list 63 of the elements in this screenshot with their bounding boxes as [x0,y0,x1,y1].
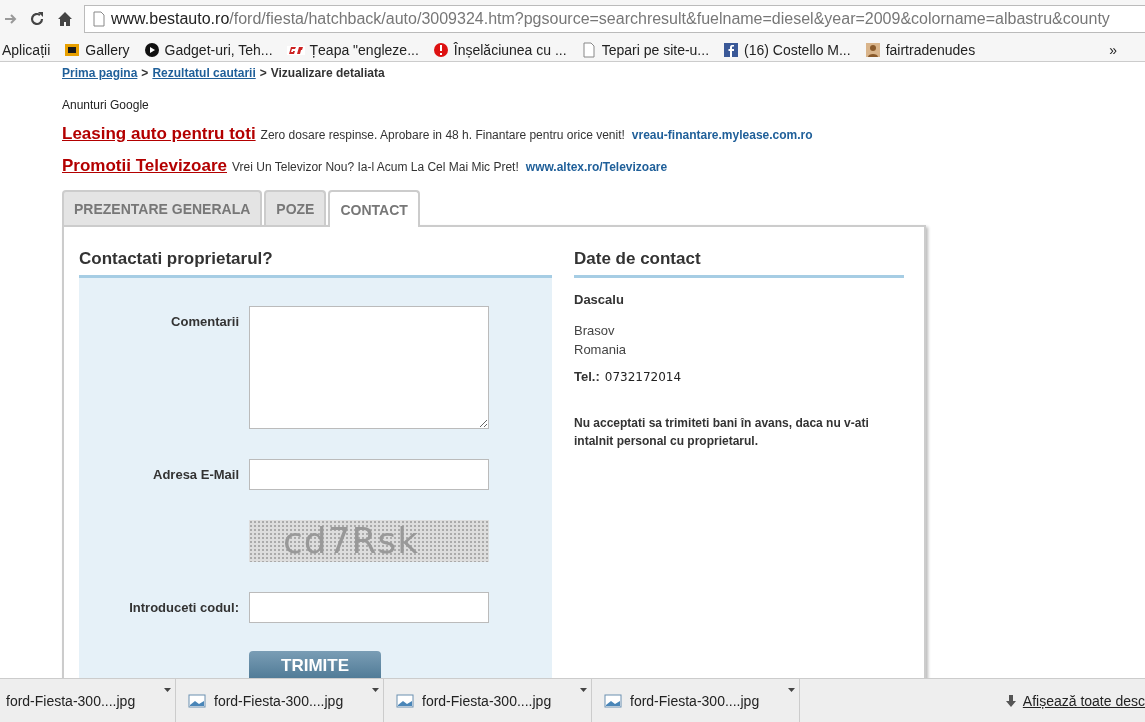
url-text: www.bestauto.ro/ford/fiesta/hatchback/auto/3009324.htm?pgsource=searchresult&fuelname=diesel&year=2009&colorname=albastru&county [111,10,1110,28]
code-label: Introduceti codul: [128,599,239,617]
breadcrumb-current: Vizualizare detaliata [270,66,385,80]
comment-label: Comentarii [170,313,239,331]
comment-field[interactable] [249,306,489,429]
person-icon [864,41,881,58]
bookmark-link[interactable]: Tepari pe site-u... [580,41,710,58]
breadcrumb-separator: > [259,66,267,80]
captcha-image: cd7Rsk [249,520,489,562]
email-label: Adresa E-Mail [152,466,239,484]
gallery-icon [64,41,81,58]
bookmark-link[interactable]: Înșelăciunea cu ... [432,41,567,58]
download-item[interactable]: ford-Fiesta-300....jpg [0,679,176,722]
show-all-downloads-link[interactable]: Afișează toate desc [1004,692,1145,709]
ad-title-link[interactable]: Leasing auto pentru toti [62,124,256,144]
facebook-icon [723,41,740,58]
caret-icon[interactable] [164,688,171,692]
ad-url-link[interactable]: www.altex.ro/Televizoare [525,160,668,174]
submit-button[interactable]: TRIMITE [249,651,381,678]
more-bookmarks-button[interactable]: » [1109,41,1117,58]
ad-text: Vrei Un Televizor Nou? Ia-l Acum La Cel Mai Mic Pret! [232,160,519,174]
tab[interactable]: PREZENTARE GENERALA [62,190,263,225]
breadcrumb-link[interactable]: Prima pagina [62,66,138,80]
bookmark-link[interactable]: (16) Costello M... [723,41,851,58]
ad-url-link[interactable]: vreau-finantare.mylease.com.ro [631,128,813,142]
caret-icon[interactable] [788,688,795,692]
ad-title-link[interactable]: Promotii Televizoare [62,156,227,176]
image-file-icon [396,692,414,709]
play-icon [143,41,160,58]
bookmark-link[interactable]: fairtradenudes [864,41,976,58]
bookmark-link[interactable]: Țeapa "engleze... [286,41,419,58]
phone-number: 0732172014 [604,370,682,384]
reload-icon[interactable] [28,10,46,28]
caret-icon[interactable] [580,688,587,692]
caret-icon[interactable] [372,688,379,692]
image-file-icon [188,692,206,709]
page-icon [580,41,597,58]
download-item[interactable]: ford-Fiesta-300....jpg [592,679,800,722]
country-text: Romania [574,341,628,359]
alert-icon [432,41,449,58]
breadcrumb-link[interactable]: Rezultatul cautarii [152,66,256,80]
bookmark-link[interactable]: Aplicații [2,41,51,58]
code-field[interactable] [249,592,489,623]
owner-name: Dascalu [574,292,625,307]
ad-text: Zero dosare respinse. Aprobare in 48 h. Finantare pentru orice venit! [260,128,625,142]
email-field[interactable] [249,459,489,490]
phone-label: Tel.: [574,369,600,384]
ads-heading: Anunturi Google [62,98,150,112]
bookmark-link[interactable]: Gallery [64,41,130,58]
tab[interactable]: POZE [264,190,327,225]
address-bar[interactable]: www.bestauto.ro/ford/fiesta/hatchback/auto/3009324.htm?pgsource=searchresult&fuelname=diesel&year=2009&colorname=albastru&county [84,5,1145,33]
download-arrow-icon [1004,693,1017,708]
download-item[interactable]: ford-Fiesta-300....jpg [384,679,592,722]
breadcrumb-separator: > [141,66,149,80]
contact-heading: Date de contact [574,249,904,278]
download-item[interactable]: ford-Fiesta-300....jpg [176,679,384,722]
bookmark-link[interactable]: Gadget-uri, Teh... [143,41,273,58]
home-icon[interactable] [56,10,74,28]
warning-text: Nu acceptati sa trimiteti bani în avans, daca nu v-ati intalnit personal cu proprietarul. [574,415,870,450]
city-text: Brasov [574,322,616,340]
page-icon [93,11,105,27]
tab[interactable]: CONTACT [328,190,420,227]
image-file-icon [604,692,622,709]
